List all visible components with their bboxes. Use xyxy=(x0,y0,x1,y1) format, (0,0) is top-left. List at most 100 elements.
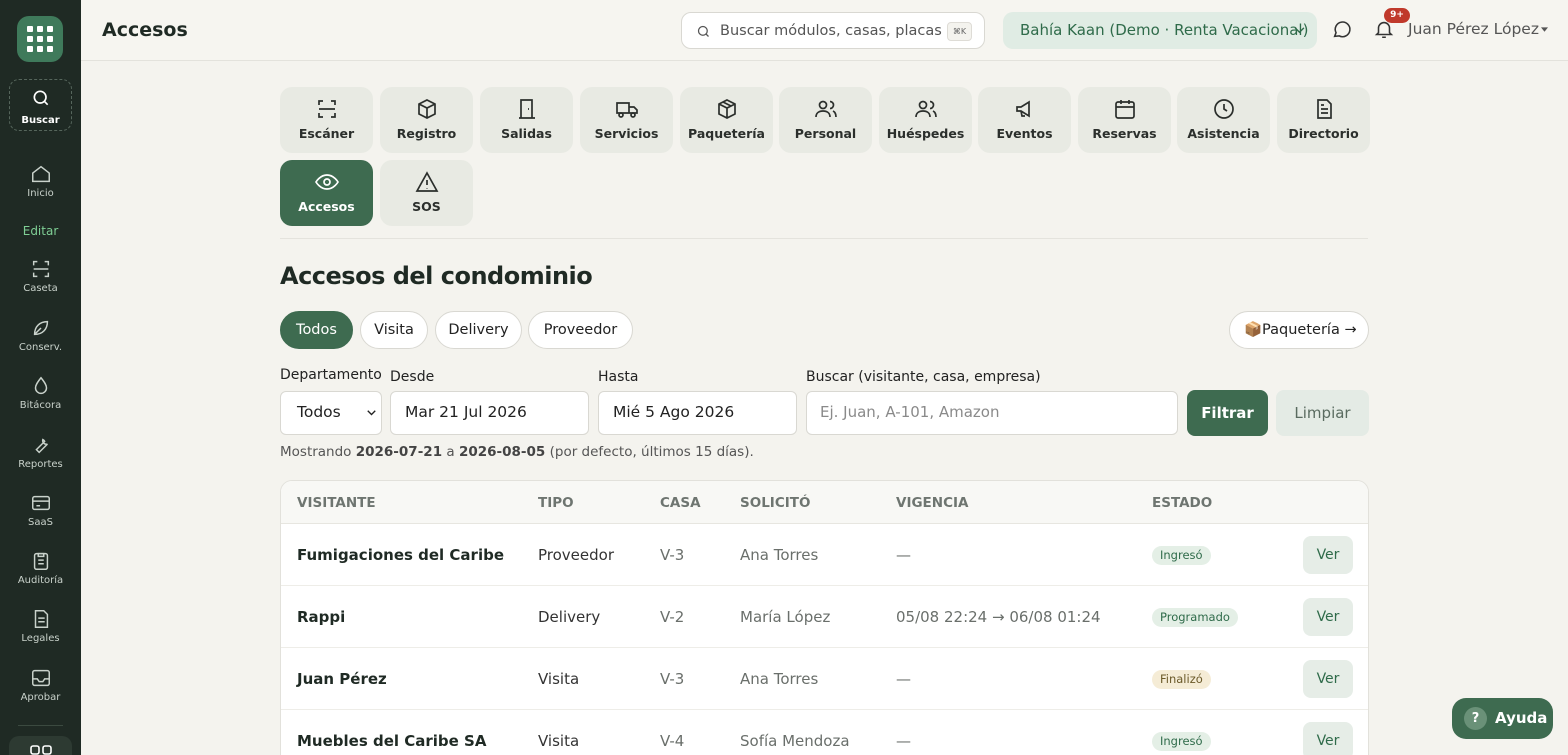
clock-icon xyxy=(1213,99,1234,119)
filter-chip-todos[interactable]: Todos xyxy=(280,311,353,349)
sidebar-item-bitacora[interactable]: Bitácora xyxy=(0,375,81,411)
sidebar-item-reportes[interactable]: Reportes xyxy=(0,434,81,470)
global-search[interactable]: ⌘K xyxy=(681,12,985,49)
sidebar-item-auditoria[interactable]: Auditoría xyxy=(0,550,81,586)
tile-eventos[interactable]: Eventos xyxy=(978,87,1071,153)
tile-salidas[interactable]: Salidas xyxy=(480,87,573,153)
house: V-4 xyxy=(660,732,685,750)
filter-chip-visita[interactable]: Visita xyxy=(360,311,428,349)
column-header-solicito: SOLICITÓ xyxy=(740,495,811,511)
home-icon xyxy=(31,165,50,183)
tenant-selector[interactable]: Bahía Kaan (Demo · Renta Vacacional) xyxy=(1003,12,1317,49)
tile-label: Huéspedes xyxy=(886,126,965,141)
tile-label: Directorio xyxy=(1288,126,1359,141)
help-button[interactable]: ? Ayuda xyxy=(1452,698,1553,739)
tile-accesos[interactable]: Accesos xyxy=(280,160,373,226)
scan-icon xyxy=(32,260,49,278)
from-date-input[interactable]: Mar 21 Jul 2026 xyxy=(390,391,589,435)
sidebar-item-legales[interactable]: Legales xyxy=(0,608,81,644)
sidebar-item-label: Conserv. xyxy=(18,342,63,353)
sidebar-item-label: Aprobar xyxy=(20,692,61,703)
from-date-label: Desde xyxy=(390,369,435,385)
view-button[interactable]: Ver xyxy=(1303,722,1353,755)
chat-icon[interactable] xyxy=(1331,18,1353,40)
search-icon xyxy=(33,90,48,106)
status-badge: Ingresó xyxy=(1152,546,1211,565)
view-button[interactable]: Ver xyxy=(1303,660,1353,698)
apps-grid-icon[interactable] xyxy=(17,16,63,62)
layout-icon xyxy=(29,745,52,755)
house: V-3 xyxy=(660,546,685,564)
tile-label: Accesos xyxy=(298,199,355,214)
date-range-hint: Mostrando 2026-07-21 a 2026-08-05 (por d… xyxy=(280,444,754,460)
tile-label: Paquetería xyxy=(688,126,765,141)
clear-button[interactable]: Limpiar xyxy=(1276,390,1369,436)
wrench-icon xyxy=(34,438,48,454)
sidebar-item-saas[interactable]: SaaS xyxy=(0,492,81,528)
requested-by: María López xyxy=(740,608,831,626)
sidebar-item-caseta[interactable]: Caseta xyxy=(0,258,81,294)
tile-label: Servicios xyxy=(594,126,659,141)
column-header-estado: ESTADO xyxy=(1152,495,1213,511)
visitor-search-input[interactable] xyxy=(820,403,1160,421)
tile-personal[interactable]: Personal xyxy=(779,87,872,153)
package-icon xyxy=(717,99,736,119)
department-select[interactable]: Todos xyxy=(280,391,382,435)
visitor-name: Juan Pérez xyxy=(297,670,387,688)
sidebar-item-label: Legales xyxy=(21,633,60,644)
requested-by: Ana Torres xyxy=(740,670,819,688)
sidebar-collapse-button[interactable] xyxy=(9,736,72,755)
sidebar-item-label: Auditoría xyxy=(17,575,64,586)
sidebar-item-conserv[interactable]: Conserv. xyxy=(0,317,81,353)
visit-type: Visita xyxy=(538,670,580,688)
department-value: Todos xyxy=(297,403,341,421)
search-icon xyxy=(697,25,709,37)
validity: — xyxy=(896,670,911,688)
tile-huespedes[interactable]: Huéspedes xyxy=(879,87,972,153)
chevron-down-icon xyxy=(1294,27,1305,34)
column-header-vigencia: VIGENCIA xyxy=(896,495,969,511)
house: V-2 xyxy=(660,608,685,626)
from-date-value: Mar 21 Jul 2026 xyxy=(405,403,527,421)
to-date-input[interactable]: Mié 5 Ago 2026 xyxy=(598,391,797,435)
column-header-casa: CASA xyxy=(660,495,701,511)
file-icon xyxy=(1316,99,1332,119)
filter-chip-proveedor[interactable]: Proveedor xyxy=(528,311,633,349)
paqueteria-link[interactable]: 📦Paquetería → xyxy=(1229,311,1369,349)
tile-reservas[interactable]: Reservas xyxy=(1078,87,1171,153)
tile-sos[interactable]: SOS xyxy=(380,160,473,226)
filter-button[interactable]: Filtrar xyxy=(1187,390,1268,436)
filter-chip-delivery[interactable]: Delivery xyxy=(435,311,522,349)
column-header-visitante: VISITANTE xyxy=(297,495,376,511)
global-search-input[interactable] xyxy=(720,21,942,41)
sidebar-search-button[interactable]: Buscar xyxy=(9,79,72,131)
user-menu[interactable]: Juan Pérez López xyxy=(1408,20,1539,38)
to-date-label: Hasta xyxy=(598,369,639,385)
table-header: VISITANTE TIPO CASA SOLICITÓ VIGENCIA ES… xyxy=(281,481,1368,524)
sidebar-search-label: Buscar xyxy=(21,115,60,126)
tile-label: Registro xyxy=(396,126,457,141)
view-button[interactable]: Ver xyxy=(1303,536,1353,574)
sidebar-edit-link[interactable]: Editar xyxy=(0,224,81,238)
tile-registro[interactable]: Registro xyxy=(380,87,473,153)
top-bar: Accesos ⌘K Bahía Kaan (Demo · Renta Vaca… xyxy=(81,0,1568,61)
sidebar-item-aprobar[interactable]: Aprobar xyxy=(0,667,81,703)
drop-icon xyxy=(34,376,47,394)
view-button[interactable]: Ver xyxy=(1303,598,1353,636)
tile-escaner[interactable]: Escáner xyxy=(280,87,373,153)
tile-paqueteria[interactable]: Paquetería xyxy=(680,87,773,153)
exit-door-icon xyxy=(518,99,535,119)
document-icon xyxy=(34,610,48,628)
status-badge: Ingresó xyxy=(1152,732,1211,751)
tile-label: Personal xyxy=(794,126,857,141)
sidebar-item-inicio[interactable]: Inicio xyxy=(0,163,81,199)
caret-down-icon[interactable] xyxy=(1541,27,1548,32)
tile-directorio[interactable]: Directorio xyxy=(1277,87,1370,153)
section-title: Accesos del condominio xyxy=(280,262,593,290)
tile-servicios[interactable]: Servicios xyxy=(580,87,673,153)
question-icon: ? xyxy=(1464,707,1487,730)
users-icon xyxy=(814,100,837,118)
visitor-search-field[interactable] xyxy=(806,391,1178,435)
tile-asistencia[interactable]: Asistencia xyxy=(1177,87,1270,153)
sidebar-item-label: Reportes xyxy=(18,459,63,470)
